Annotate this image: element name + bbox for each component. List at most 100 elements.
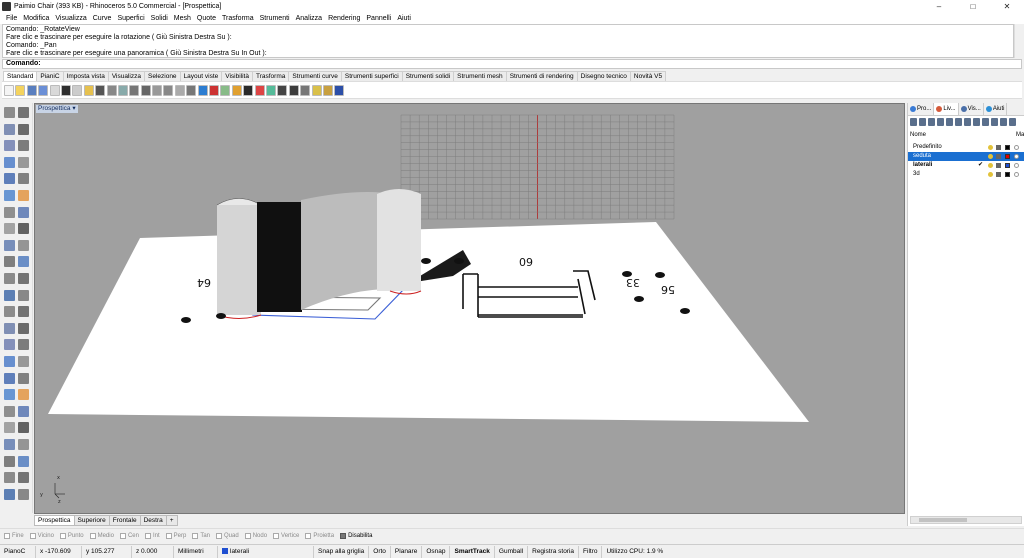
layer-tool-icon[interactable] <box>928 118 935 126</box>
menu-file[interactable]: File <box>3 15 20 22</box>
toolbox-tool-icon[interactable] <box>4 439 15 450</box>
toolbox-tool-icon[interactable] <box>18 190 29 201</box>
toolbox-tool-icon[interactable] <box>18 488 29 500</box>
osnap-quad[interactable]: Quad <box>216 532 239 539</box>
viewport-tab-superiore[interactable]: Superiore <box>73 515 110 526</box>
toolbox-tool-icon[interactable] <box>4 273 15 284</box>
tab-trasforma[interactable]: Trasforma <box>251 71 290 81</box>
scroll-thumb[interactable] <box>919 518 967 522</box>
toolbox-tool-icon[interactable] <box>4 306 15 318</box>
toolbar-tool-icon[interactable] <box>129 84 140 96</box>
status-osnap[interactable]: Osnap <box>422 545 451 558</box>
tab-strumenti-rendering[interactable]: Strumenti di rendering <box>505 71 578 81</box>
toolbox-tool-icon[interactable] <box>4 156 15 168</box>
add-viewport-tab-button[interactable]: + <box>165 515 178 526</box>
tab-layout-viste[interactable]: Layout viste <box>179 71 223 81</box>
status-history[interactable]: Registra storia <box>528 545 580 558</box>
visibility-bulb-icon[interactable] <box>988 145 993 150</box>
toolbox-tool-icon[interactable] <box>18 206 29 218</box>
toolbar-tool-icon[interactable] <box>265 84 276 96</box>
layer-tool-icon[interactable] <box>955 118 962 126</box>
lock-icon[interactable] <box>996 154 1001 159</box>
toolbox-tool-icon[interactable] <box>4 173 15 185</box>
toolbar-tool-icon[interactable] <box>117 84 128 96</box>
toolbar-tool-icon[interactable] <box>197 84 208 96</box>
osnap-cen[interactable]: Cen <box>119 532 139 539</box>
lock-icon[interactable] <box>996 145 1001 150</box>
menu-quote[interactable]: Quote <box>194 15 219 22</box>
status-orto[interactable]: Orto <box>369 545 391 558</box>
menu-visualizza[interactable]: Visualizza <box>52 15 89 22</box>
status-gumball[interactable]: Gumball <box>495 545 529 558</box>
toolbar-tool-icon[interactable] <box>311 84 322 96</box>
layer-row[interactable]: Predefinito <box>908 143 1024 152</box>
status-planare[interactable]: Planare <box>391 545 423 558</box>
checkbox-icon[interactable] <box>192 532 199 539</box>
toolbox-tool-icon[interactable] <box>4 239 15 251</box>
checkbox-icon[interactable] <box>4 532 10 539</box>
menu-analizza[interactable]: Analizza <box>293 15 325 22</box>
toolbox-tool-icon[interactable] <box>4 356 15 367</box>
toolbar-tool-icon[interactable] <box>186 84 197 96</box>
tab-strumenti-curve[interactable]: Strumenti curve <box>288 71 342 81</box>
layer-tool-icon[interactable] <box>910 118 917 126</box>
panel-tab-display[interactable]: Vis... <box>959 103 984 115</box>
toolbar-tool-icon[interactable] <box>60 84 71 96</box>
osnap-disabilita[interactable]: Disabilita <box>340 532 372 539</box>
toolbar-tool-icon[interactable] <box>300 84 311 96</box>
toolbox-tool-icon[interactable] <box>4 472 15 484</box>
layer-color-icon[interactable] <box>1005 154 1010 159</box>
toolbar-tool-icon[interactable] <box>140 84 151 96</box>
toolbox-tool-icon[interactable] <box>18 123 29 135</box>
layer-tool-icon[interactable] <box>937 118 944 126</box>
toolbar-tool-icon[interactable] <box>277 84 288 96</box>
status-filter[interactable]: Filtro <box>579 545 603 558</box>
toolbox-tool-icon[interactable] <box>18 273 29 284</box>
layer-row[interactable]: seduta <box>908 152 1024 161</box>
checkbox-icon[interactable] <box>244 532 251 539</box>
panel-tab-properties[interactable]: Pro... <box>908 103 935 115</box>
command-history-scrollbar[interactable] <box>1014 24 1023 58</box>
toolbox-tool-icon[interactable] <box>18 156 29 168</box>
layer-tool-icon[interactable] <box>973 118 980 126</box>
checkbox-icon[interactable] <box>144 532 151 539</box>
tab-disegno-tecnico[interactable]: Disegno tecnico <box>576 71 631 81</box>
toolbox-tool-icon[interactable] <box>18 289 29 301</box>
toolbar-tool-icon[interactable] <box>72 84 83 96</box>
toolbox-tool-icon[interactable] <box>18 472 29 484</box>
layer-color-icon[interactable] <box>1005 145 1010 150</box>
layer-tool-icon[interactable] <box>946 118 953 126</box>
menu-aiuti[interactable]: Aiuti <box>394 15 414 22</box>
layer-color-icon[interactable] <box>1005 172 1010 177</box>
close-button[interactable]: ✕ <box>990 2 1024 11</box>
toolbar-tool-icon[interactable] <box>83 84 94 96</box>
checkbox-icon[interactable] <box>89 532 96 539</box>
toolbox-tool-icon[interactable] <box>4 223 15 235</box>
perspective-viewport[interactable]: 60 33 56 64 x y z Prospettica ▾ <box>34 103 905 514</box>
menu-rendering[interactable]: Rendering <box>325 15 363 22</box>
status-smarttrack[interactable]: SmartTrack <box>450 545 495 558</box>
checkbox-icon[interactable] <box>119 532 126 539</box>
toolbar-tool-icon[interactable] <box>254 84 265 96</box>
material-icon[interactable] <box>1014 154 1019 159</box>
minimize-button[interactable]: – <box>922 2 956 11</box>
lock-icon[interactable] <box>996 163 1001 168</box>
toolbar-tool-icon[interactable] <box>243 84 254 96</box>
toolbox-tool-icon[interactable] <box>4 488 15 500</box>
toolbox-tool-icon[interactable] <box>18 223 29 235</box>
tab-strumenti-solidi[interactable]: Strumenti solidi <box>401 71 455 81</box>
layer-row[interactable]: 3d <box>908 170 1024 179</box>
toolbox-tool-icon[interactable] <box>18 439 29 450</box>
toolbox-tool-icon[interactable] <box>18 356 29 367</box>
layer-tool-icon[interactable] <box>1009 118 1016 126</box>
tab-standard[interactable]: Standard <box>3 71 38 81</box>
toolbox-tool-icon[interactable] <box>4 140 15 152</box>
menu-trasforma[interactable]: Trasforma <box>219 15 257 22</box>
layer-tool-icon[interactable] <box>982 118 989 126</box>
toolbox-tool-icon[interactable] <box>18 455 29 467</box>
toolbox-tool-icon[interactable] <box>18 422 29 434</box>
toolbox-tool-icon[interactable] <box>4 455 15 467</box>
toolbar-tool-icon[interactable] <box>231 84 242 96</box>
toolbox-tool-icon[interactable] <box>18 339 29 351</box>
toolbox-tool-icon[interactable] <box>4 339 15 351</box>
